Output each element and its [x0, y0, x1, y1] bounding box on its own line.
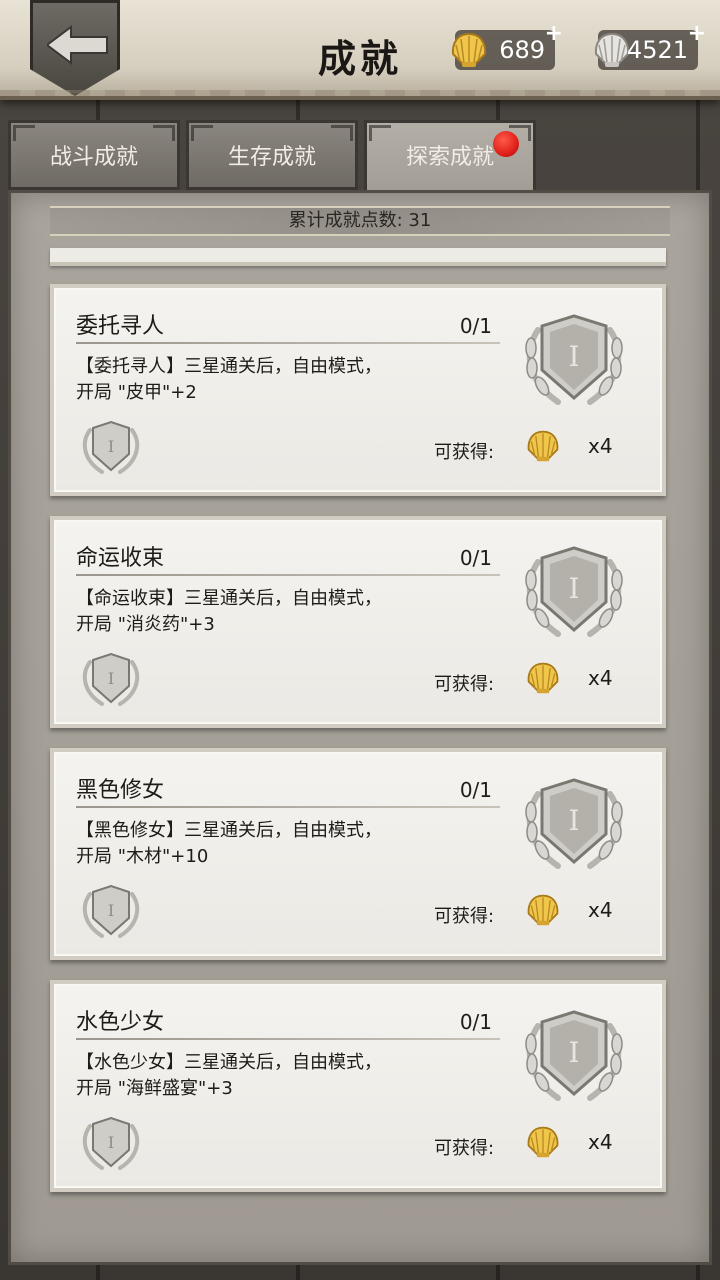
description-line: 【命运收束】三星通关后，自由模式， [76, 588, 382, 609]
achievement-card[interactable]: 黑色修女 0/1 【黑色修女】三星通关后，自由模式， 开局 "木材"+10 I … [50, 748, 666, 960]
reward-label: 可获得: [434, 442, 495, 463]
achievement-progress: 0/1 [459, 1010, 492, 1034]
small-laurel-badge-icon: I [82, 884, 140, 938]
achievement-name: 委托寻人 [76, 314, 165, 339]
achievement-name: 水色少女 [76, 1010, 165, 1035]
tab-corner-ornament [369, 125, 391, 141]
divider [76, 1038, 500, 1040]
svg-text:I: I [108, 901, 114, 920]
achievement-name: 命运收束 [76, 546, 165, 571]
gold-currency: 689 + [451, 21, 563, 70]
small-laurel-badge-icon: I [82, 420, 140, 474]
gold-shell-icon [527, 430, 559, 462]
gold-shell-icon [451, 32, 487, 67]
divider [76, 342, 500, 344]
total-points-label: 累计成就点数: 31 [288, 210, 432, 231]
achievement-progress: 0/1 [459, 314, 492, 338]
reward-quantity: x4 [588, 898, 613, 922]
svg-text:I: I [108, 1133, 114, 1152]
top-bar: 成就 689 + 4521 + [0, 0, 720, 100]
gold-amount: 689 [499, 36, 545, 64]
achievement-card[interactable]: 水色少女 0/1 【水色少女】三星通关后，自由模式， 开局 "海鲜盛宴"+3 I… [50, 980, 666, 1192]
silver-amount: 4521 [626, 36, 688, 64]
laurel-shield-badge-icon: I [525, 1010, 623, 1101]
scrolled-card-edge [50, 248, 666, 266]
reward-label: 可获得: [434, 674, 495, 695]
description-line: 开局 "木材"+10 [76, 846, 209, 867]
achievement-description: 【命运收束】三星通关后，自由模式， 开局 "消炎药"+3 [76, 586, 476, 638]
achievement-name: 黑色修女 [76, 778, 165, 803]
small-laurel-badge-icon: I [82, 1116, 140, 1170]
achievement-description: 【委托寻人】三星通关后，自由模式， 开局 "皮甲"+2 [76, 354, 476, 406]
add-silver-button[interactable]: + [688, 14, 706, 54]
description-line: 【黑色修女】三星通关后，自由模式， [76, 820, 382, 841]
reward-quantity: x4 [588, 434, 613, 458]
description-line: 开局 "皮甲"+2 [76, 382, 197, 403]
description-line: 【委托寻人】三星通关后，自由模式， [76, 356, 382, 377]
tab-label: 探索成就 [405, 145, 494, 170]
laurel-shield-badge-icon: I [525, 778, 623, 869]
reward-quantity: x4 [588, 666, 613, 690]
description-line: 【水色少女】三星通关后，自由模式， [76, 1052, 382, 1073]
divider [76, 574, 500, 576]
svg-text:I: I [568, 1036, 579, 1069]
svg-text:I: I [568, 572, 579, 605]
gold-shell-icon [527, 662, 559, 694]
reward-label: 可获得: [434, 906, 495, 927]
achievement-card[interactable]: 命运收束 0/1 【命运收束】三星通关后，自由模式， 开局 "消炎药"+3 I … [50, 516, 666, 728]
divider [76, 806, 500, 808]
reward-quantity: x4 [588, 1130, 613, 1154]
silver-currency: 4521 + [594, 21, 706, 70]
tab-explore-achievements[interactable]: 探索成就 [364, 120, 536, 194]
gold-shell-icon [527, 1126, 559, 1158]
tab-label: 生存成就 [227, 145, 316, 170]
tab-combat-achievements[interactable]: 战斗成就 [8, 120, 180, 190]
achievement-progress: 0/1 [459, 546, 492, 570]
achievement-description: 【黑色修女】三星通关后，自由模式， 开局 "木材"+10 [76, 818, 476, 870]
reward-label: 可获得: [434, 1138, 495, 1159]
svg-text:I: I [568, 340, 579, 373]
small-laurel-badge-icon: I [82, 652, 140, 706]
notification-dot [493, 131, 519, 157]
tab-corner-ornament [191, 125, 213, 141]
tab-label: 战斗成就 [49, 145, 138, 170]
tab-corner-ornament [13, 125, 35, 141]
achievement-card[interactable]: 委托寻人 0/1 【委托寻人】三星通关后，自由模式， 开局 "皮甲"+2 I I… [50, 284, 666, 496]
description-line: 开局 "消炎药"+3 [76, 614, 215, 635]
svg-text:I: I [108, 669, 114, 688]
tab-corner-ornament [331, 125, 353, 141]
laurel-shield-badge-icon: I [525, 546, 623, 637]
achievement-progress: 0/1 [459, 778, 492, 802]
laurel-shield-badge-icon: I [525, 314, 623, 405]
description-line: 开局 "海鲜盛宴"+3 [76, 1078, 233, 1099]
add-gold-button[interactable]: + [545, 14, 563, 54]
tab-corner-ornament [153, 125, 175, 141]
gold-shell-icon [527, 894, 559, 926]
svg-text:I: I [568, 804, 579, 837]
svg-text:I: I [108, 437, 114, 456]
tab-survival-achievements[interactable]: 生存成就 [186, 120, 358, 190]
achievement-description: 【水色少女】三星通关后，自由模式， 开局 "海鲜盛宴"+3 [76, 1050, 476, 1102]
total-points-bar: 累计成就点数: 31 [50, 206, 670, 236]
